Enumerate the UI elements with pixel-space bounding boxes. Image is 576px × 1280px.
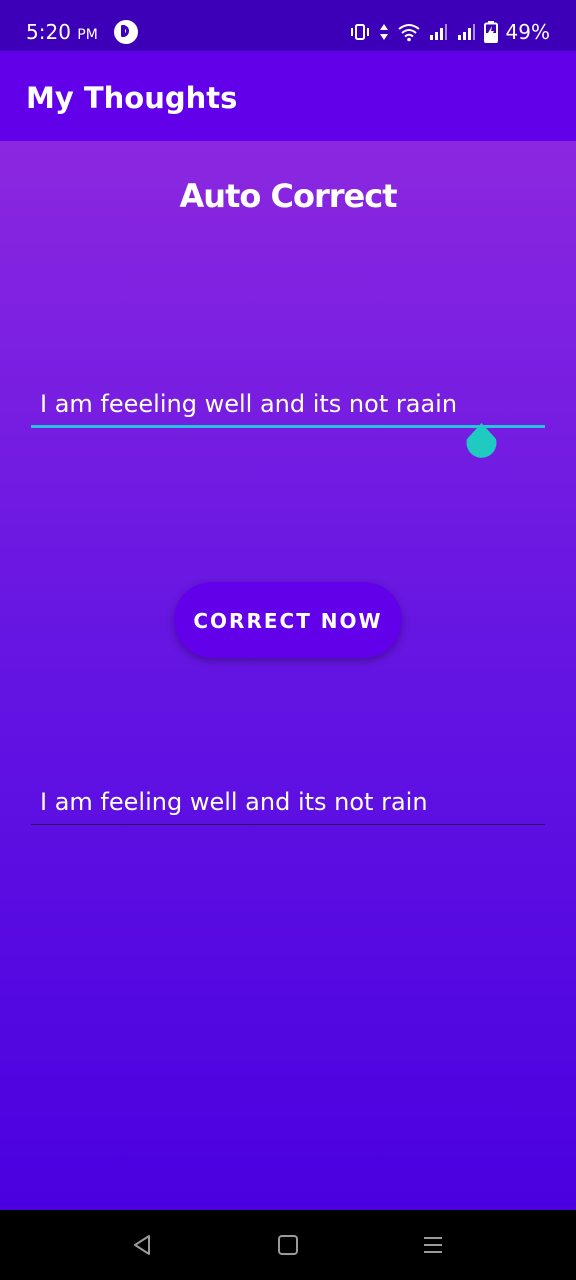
back-icon[interactable]	[130, 1232, 156, 1258]
status-icons: 49%	[350, 20, 550, 44]
corrected-output-text: I am feeling well and its not rain	[40, 788, 428, 816]
signal-icon	[457, 24, 475, 40]
data-arrows-icon	[379, 24, 388, 40]
wifi-icon	[397, 24, 420, 42]
menu-icon[interactable]	[420, 1232, 446, 1258]
text-cursor-handle[interactable]	[465, 423, 498, 459]
content-area	[0, 141, 576, 1210]
page-heading: Auto Correct	[179, 177, 398, 215]
navigation-bar	[0, 1210, 576, 1280]
correct-now-button[interactable]: CORRECT NOW	[174, 582, 402, 658]
thought-input-field[interactable]: I am feeeling well and its not raain	[31, 384, 545, 428]
status-time-value: 5:20	[26, 20, 71, 44]
battery-percent: 49%	[505, 20, 550, 44]
home-icon[interactable]	[275, 1232, 301, 1258]
thought-input-text[interactable]: I am feeeling well and its not raain	[40, 388, 457, 420]
battery-charging-icon	[483, 21, 498, 43]
output-underline	[31, 824, 545, 825]
status-bar: 5:20 PM 49%	[0, 0, 576, 51]
signal-icon	[429, 24, 447, 40]
status-time: 5:20 PM	[26, 20, 98, 47]
app-notification-icon	[114, 20, 138, 44]
vibrate-icon	[350, 24, 369, 40]
status-time-ampm: PM	[77, 27, 98, 43]
app-title: My Thoughts	[26, 81, 238, 115]
corrected-output-field[interactable]: I am feeling well and its not rain	[31, 782, 545, 825]
